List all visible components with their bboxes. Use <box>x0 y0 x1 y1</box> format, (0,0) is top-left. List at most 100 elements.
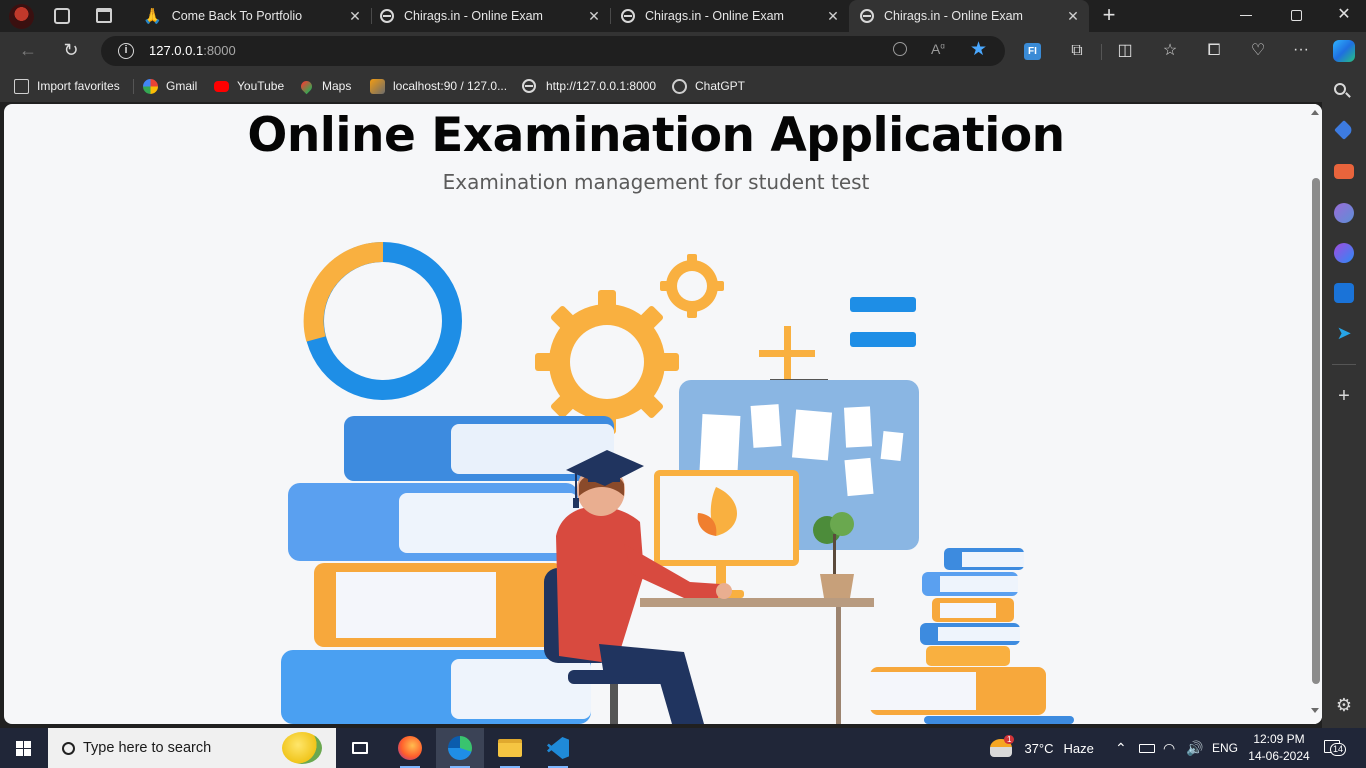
extension-fi-icon[interactable]: FI <box>1024 43 1041 60</box>
favorite-youtube[interactable]: YouTube <box>214 78 284 94</box>
favorites-icon[interactable]: ☆ <box>1159 41 1181 63</box>
site-info-icon[interactable]: i <box>118 43 134 59</box>
scroll-thumb[interactable] <box>1312 178 1320 684</box>
scroll-down-arrow[interactable] <box>1311 708 1319 713</box>
weather-widget[interactable]: 1 37°C Haze <box>990 728 1094 768</box>
globe-icon <box>621 9 635 23</box>
copilot-icon[interactable] <box>1333 40 1355 62</box>
battery-icon[interactable] <box>1139 728 1155 768</box>
games-icon[interactable] <box>1334 203 1354 223</box>
windows-taskbar: Type here to search 1 37°C Haze ⌃ ◠ 🔊 EN… <box>0 728 1366 768</box>
favorite-label: ChatGPT <box>695 79 746 93</box>
tab-title: Come Back To Portfolio <box>171 9 303 23</box>
shopping-tag-icon[interactable] <box>1334 120 1354 140</box>
tab-portfolio[interactable]: 🙏 Come Back To Portfolio ✕ <box>133 0 371 32</box>
scroll-up-arrow[interactable] <box>1311 110 1319 115</box>
refresh-icon[interactable]: ↻ <box>60 40 82 62</box>
tab-strip: 🙏 Come Back To Portfolio ✕ Chirags.in - … <box>0 0 1366 32</box>
youtube-icon <box>214 80 229 92</box>
vscode-icon <box>547 737 569 759</box>
address-bar[interactable]: i 127.0.0.1:8000 Aɑ ★ <box>101 36 1005 66</box>
show-hidden-icons-button[interactable]: ⌃ <box>1115 728 1127 768</box>
weather-temperature: 37°C <box>1024 740 1054 756</box>
wifi-icon[interactable]: ◠ <box>1163 728 1175 768</box>
start-button[interactable] <box>0 728 48 768</box>
restore-button[interactable] <box>1291 10 1302 21</box>
vscode-app[interactable] <box>534 728 582 768</box>
favorite-label: YouTube <box>237 79 285 93</box>
close-window-button[interactable]: ✕ <box>1336 5 1352 25</box>
tools-briefcase-icon[interactable] <box>1334 164 1354 179</box>
zoom-icon[interactable] <box>893 42 907 56</box>
tab-title: Chirags.in - Online Exam <box>884 9 1023 23</box>
url-text[interactable]: 127.0.0.1:8000 <box>149 43 236 58</box>
input-language[interactable]: ENG <box>1212 728 1238 768</box>
edge-icon <box>448 736 472 760</box>
close-tab-icon[interactable]: ✕ <box>347 8 363 24</box>
extensions-puzzle-icon[interactable]: ⧉ <box>1066 41 1088 63</box>
url-port: :8000 <box>203 43 236 58</box>
favorite-gmail[interactable]: Gmail <box>143 78 197 94</box>
file-explorer-app[interactable] <box>486 728 534 768</box>
collections-icon[interactable]: ⧠ <box>1203 41 1225 63</box>
new-tab-button[interactable]: + <box>1098 4 1120 27</box>
favorite-label: http://127.0.0.1:8000 <box>546 79 657 93</box>
close-tab-icon[interactable]: ✕ <box>586 8 602 24</box>
task-view-button[interactable] <box>336 728 384 768</box>
back-icon[interactable]: ← <box>17 40 39 62</box>
browser-essentials-icon[interactable]: ♡ <box>1247 41 1269 63</box>
taskbar-search-input[interactable]: Type here to search <box>48 728 336 768</box>
notifications-button[interactable]: 14 <box>1322 738 1347 758</box>
telegram-send-icon[interactable]: ➤ <box>1334 323 1354 343</box>
settings-more-icon[interactable]: ··· <box>1290 40 1312 62</box>
chatgpt-icon <box>672 78 687 94</box>
close-tab-icon[interactable]: ✕ <box>825 8 841 24</box>
url-host: 127.0.0.1 <box>149 43 204 58</box>
search-icon[interactable] <box>1334 83 1354 103</box>
add-sidebar-app-icon[interactable]: + <box>1334 386 1354 406</box>
sidebar-settings-icon[interactable]: ⚙ <box>1334 695 1354 715</box>
favorite-maps[interactable]: Maps <box>298 78 352 94</box>
tab-online-exam-1[interactable]: Chirags.in - Online Exam ✕ <box>372 0 610 32</box>
split-screen-icon[interactable]: ◫ <box>1114 41 1136 63</box>
firefox-app[interactable] <box>386 728 434 768</box>
edge-app[interactable] <box>436 728 484 768</box>
tab-title: Chirags.in - Online Exam <box>404 9 543 23</box>
edge-sidebar: ➤ + ⚙ <box>1322 70 1366 728</box>
favorite-chatgpt[interactable]: ChatGPT <box>672 78 745 94</box>
page-scrollbar[interactable] <box>1308 104 1322 724</box>
favorite-local-8000[interactable]: http://127.0.0.1:8000 <box>522 78 656 94</box>
globe-icon <box>522 79 536 93</box>
outlook-icon[interactable] <box>1334 283 1354 303</box>
globe-icon <box>380 9 394 23</box>
globe-icon <box>860 9 874 23</box>
favorite-star-icon[interactable]: ★ <box>970 38 987 61</box>
tab-online-exam-2[interactable]: Chirags.in - Online Exam ✕ <box>611 0 849 32</box>
favorite-label: Gmail <box>166 79 198 93</box>
microsoft-365-icon[interactable] <box>1334 243 1354 263</box>
close-tab-icon[interactable]: ✕ <box>1065 8 1081 24</box>
clock[interactable]: 12:09 PM 14-06-2024 <box>1246 731 1312 765</box>
favorite-import[interactable]: Import favorites <box>14 78 120 94</box>
volume-icon[interactable]: 🔊 <box>1186 728 1203 768</box>
profile-avatar[interactable] <box>9 4 34 29</box>
clock-time: 12:09 PM <box>1253 732 1305 746</box>
favorite-localhost[interactable]: localhost:90 / 127.0... <box>370 78 507 94</box>
notification-count: 14 <box>1330 743 1347 756</box>
maps-pin-icon <box>298 78 315 94</box>
search-placeholder: Type here to search <box>83 740 212 756</box>
weather-badge: 1 <box>1004 734 1015 744</box>
favorite-label: Import favorites <box>37 79 120 93</box>
google-icon <box>143 78 158 94</box>
lemon-search-highlight-icon <box>282 732 322 764</box>
minimize-button[interactable] <box>1240 15 1252 16</box>
tab-online-exam-active[interactable]: Chirags.in - Online Exam ✕ <box>849 0 1089 32</box>
phpmyadmin-icon <box>370 78 385 94</box>
favorite-label: Maps <box>322 79 352 93</box>
favorites-bar: Import favorites Gmail YouTube Maps loca… <box>0 70 1322 102</box>
workspaces-icon[interactable] <box>54 8 70 24</box>
clock-date: 14-06-2024 <box>1248 749 1310 763</box>
search-icon <box>62 741 75 755</box>
tab-actions-icon[interactable] <box>96 8 112 23</box>
read-aloud-icon[interactable]: Aɑ <box>931 41 945 57</box>
